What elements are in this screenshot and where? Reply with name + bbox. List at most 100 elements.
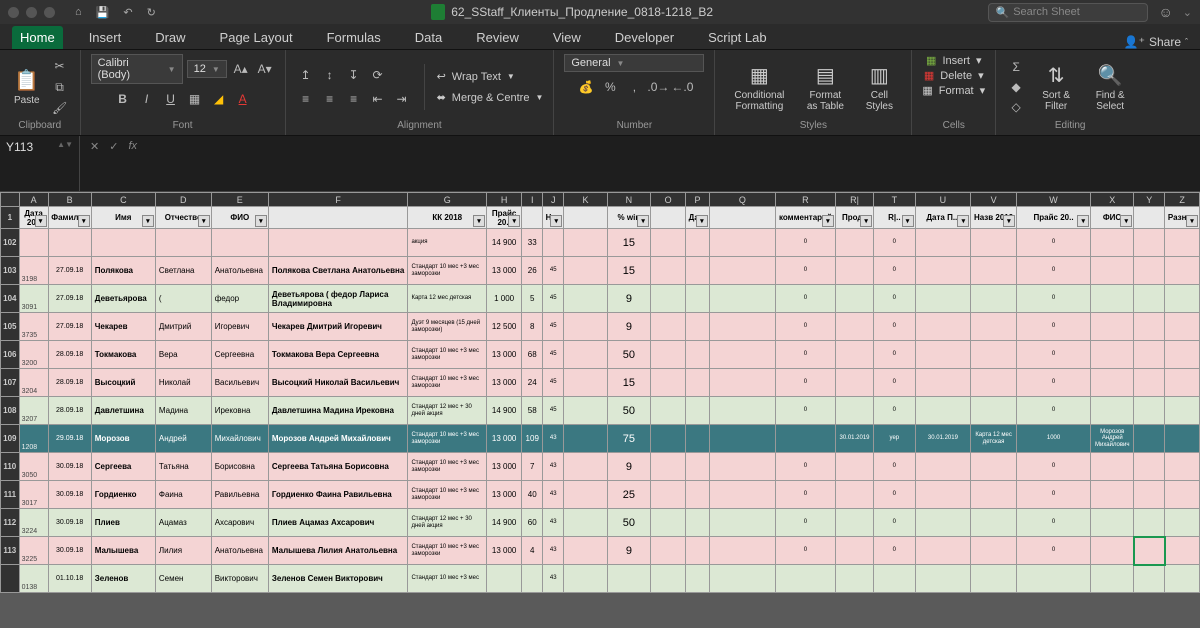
- cell[interactable]: [564, 509, 607, 537]
- cell[interactable]: 28.09.18: [48, 397, 91, 425]
- cell[interactable]: [1134, 257, 1165, 285]
- cell[interactable]: Деветьярова: [91, 285, 155, 313]
- chevron-down-icon[interactable]: ⌄: [1183, 6, 1192, 19]
- tab-formulas[interactable]: Formulas: [319, 26, 389, 49]
- filter-button[interactable]: ▾: [860, 215, 872, 227]
- delete-cells-button[interactable]: ▦Delete ▾: [924, 69, 984, 82]
- cell[interactable]: 9: [607, 313, 650, 341]
- table-row[interactable]: 104309127.09.18Деветьярова(федорДеветьяр…: [1, 285, 1200, 313]
- cell[interactable]: [709, 285, 775, 313]
- cell[interactable]: [1134, 369, 1165, 397]
- cell[interactable]: Зеленов Семен Викторович: [268, 565, 408, 593]
- cell[interactable]: [1165, 285, 1200, 313]
- cell[interactable]: [971, 453, 1017, 481]
- cell[interactable]: 1 000: [487, 285, 522, 313]
- column-header[interactable]: R: [776, 193, 836, 207]
- cell[interactable]: [835, 369, 873, 397]
- cell[interactable]: [1134, 509, 1165, 537]
- filter-header[interactable]: ФИО▾: [1091, 207, 1134, 229]
- cell[interactable]: [835, 257, 873, 285]
- search-sheet-input[interactable]: 🔍 Search Sheet: [988, 3, 1148, 22]
- font-color-button[interactable]: A: [233, 90, 253, 108]
- align-bottom-icon[interactable]: ↧: [344, 66, 364, 84]
- formula-input[interactable]: [147, 136, 1200, 191]
- cell[interactable]: 0138: [19, 565, 48, 593]
- table-row[interactable]: 105373527.09.18ЧекаревДмитрийИгоревичЧек…: [1, 313, 1200, 341]
- cell[interactable]: 15: [607, 369, 650, 397]
- save-icon[interactable]: 💾: [96, 6, 110, 19]
- cell[interactable]: Стандарт 10 мес +3 мес заморозки: [408, 453, 487, 481]
- cell[interactable]: [709, 565, 775, 593]
- cell[interactable]: 0: [776, 481, 836, 509]
- cell[interactable]: [971, 509, 1017, 537]
- cell[interactable]: Стандарт 10 мес +3 мес заморозки: [408, 537, 487, 565]
- cell[interactable]: 0: [1016, 369, 1090, 397]
- cell[interactable]: 0: [874, 453, 915, 481]
- filter-header[interactable]: [651, 207, 686, 229]
- cell[interactable]: Плиев Ацамаз Ахсарович: [268, 509, 408, 537]
- paste-button[interactable]: 📋 Paste: [10, 66, 44, 108]
- cell[interactable]: 3225: [19, 537, 48, 565]
- cell[interactable]: 45: [543, 285, 564, 313]
- cell[interactable]: [1165, 397, 1200, 425]
- format-as-table-button[interactable]: ▤Format as Table: [799, 61, 851, 114]
- cell[interactable]: 3198: [19, 257, 48, 285]
- filter-button[interactable]: ▾: [902, 215, 914, 227]
- row-header[interactable]: 104: [1, 285, 20, 313]
- cell[interactable]: [686, 537, 710, 565]
- cell[interactable]: [776, 565, 836, 593]
- cell[interactable]: [1134, 341, 1165, 369]
- column-header[interactable]: T: [874, 193, 915, 207]
- redo-icon[interactable]: ↻: [147, 6, 156, 19]
- cell[interactable]: [874, 565, 915, 593]
- cell[interactable]: 0: [776, 453, 836, 481]
- underline-button[interactable]: U: [161, 90, 181, 108]
- filter-button[interactable]: ▾: [550, 215, 562, 227]
- fx-icon[interactable]: fx: [128, 140, 137, 152]
- cell[interactable]: [564, 285, 607, 313]
- format-painter-icon[interactable]: 🖌: [50, 99, 70, 117]
- cell[interactable]: [1134, 397, 1165, 425]
- cell[interactable]: Стандарт 10 мес +3 мес заморозки: [408, 257, 487, 285]
- cell[interactable]: 50: [607, 509, 650, 537]
- filter-header[interactable]: 1: [1, 207, 20, 229]
- cell[interactable]: 9: [607, 285, 650, 313]
- cell[interactable]: [709, 509, 775, 537]
- cell[interactable]: [522, 565, 543, 593]
- cell[interactable]: Гордиенко Фаина Равильевна: [268, 481, 408, 509]
- name-box-arrow-icon[interactable]: ▲▼: [57, 140, 73, 149]
- table-row[interactable]: 102акция14 9003315000: [1, 229, 1200, 257]
- tab-home[interactable]: Home: [12, 26, 63, 49]
- cell[interactable]: 30.09.18: [48, 453, 91, 481]
- cell[interactable]: [651, 229, 686, 257]
- filter-header[interactable]: [1134, 207, 1165, 229]
- filter-header[interactable]: [564, 207, 607, 229]
- column-header[interactable]: F: [268, 193, 408, 207]
- cell[interactable]: [1134, 481, 1165, 509]
- cell[interactable]: [48, 229, 91, 257]
- cell[interactable]: [1165, 341, 1200, 369]
- cell[interactable]: Ацамаз: [155, 509, 211, 537]
- cell[interactable]: 33: [522, 229, 543, 257]
- decrease-font-icon[interactable]: A▾: [255, 60, 275, 78]
- cell[interactable]: Токмакова Вера Сергеевна: [268, 341, 408, 369]
- cell[interactable]: Малышева Лилия Анатольевна: [268, 537, 408, 565]
- filter-header[interactable]: комментарий▾: [776, 207, 836, 229]
- cell[interactable]: 0: [874, 285, 915, 313]
- cell[interactable]: Карта 12 мес детская: [408, 285, 487, 313]
- cut-icon[interactable]: ✂: [50, 57, 70, 75]
- filter-header[interactable]: [268, 207, 408, 229]
- cell[interactable]: [651, 313, 686, 341]
- cell[interactable]: 0: [874, 481, 915, 509]
- cell[interactable]: [915, 397, 971, 425]
- cell[interactable]: [564, 453, 607, 481]
- cell[interactable]: Стандарт 10 мес +3 мес заморозки: [408, 425, 487, 453]
- cell[interactable]: [835, 313, 873, 341]
- cell[interactable]: федор: [211, 285, 268, 313]
- cell[interactable]: Васильевич: [211, 369, 268, 397]
- cell[interactable]: [1165, 369, 1200, 397]
- filter-header[interactable]: R|..▾: [874, 207, 915, 229]
- cell[interactable]: [915, 313, 971, 341]
- cell[interactable]: [835, 341, 873, 369]
- cell[interactable]: 01.10.18: [48, 565, 91, 593]
